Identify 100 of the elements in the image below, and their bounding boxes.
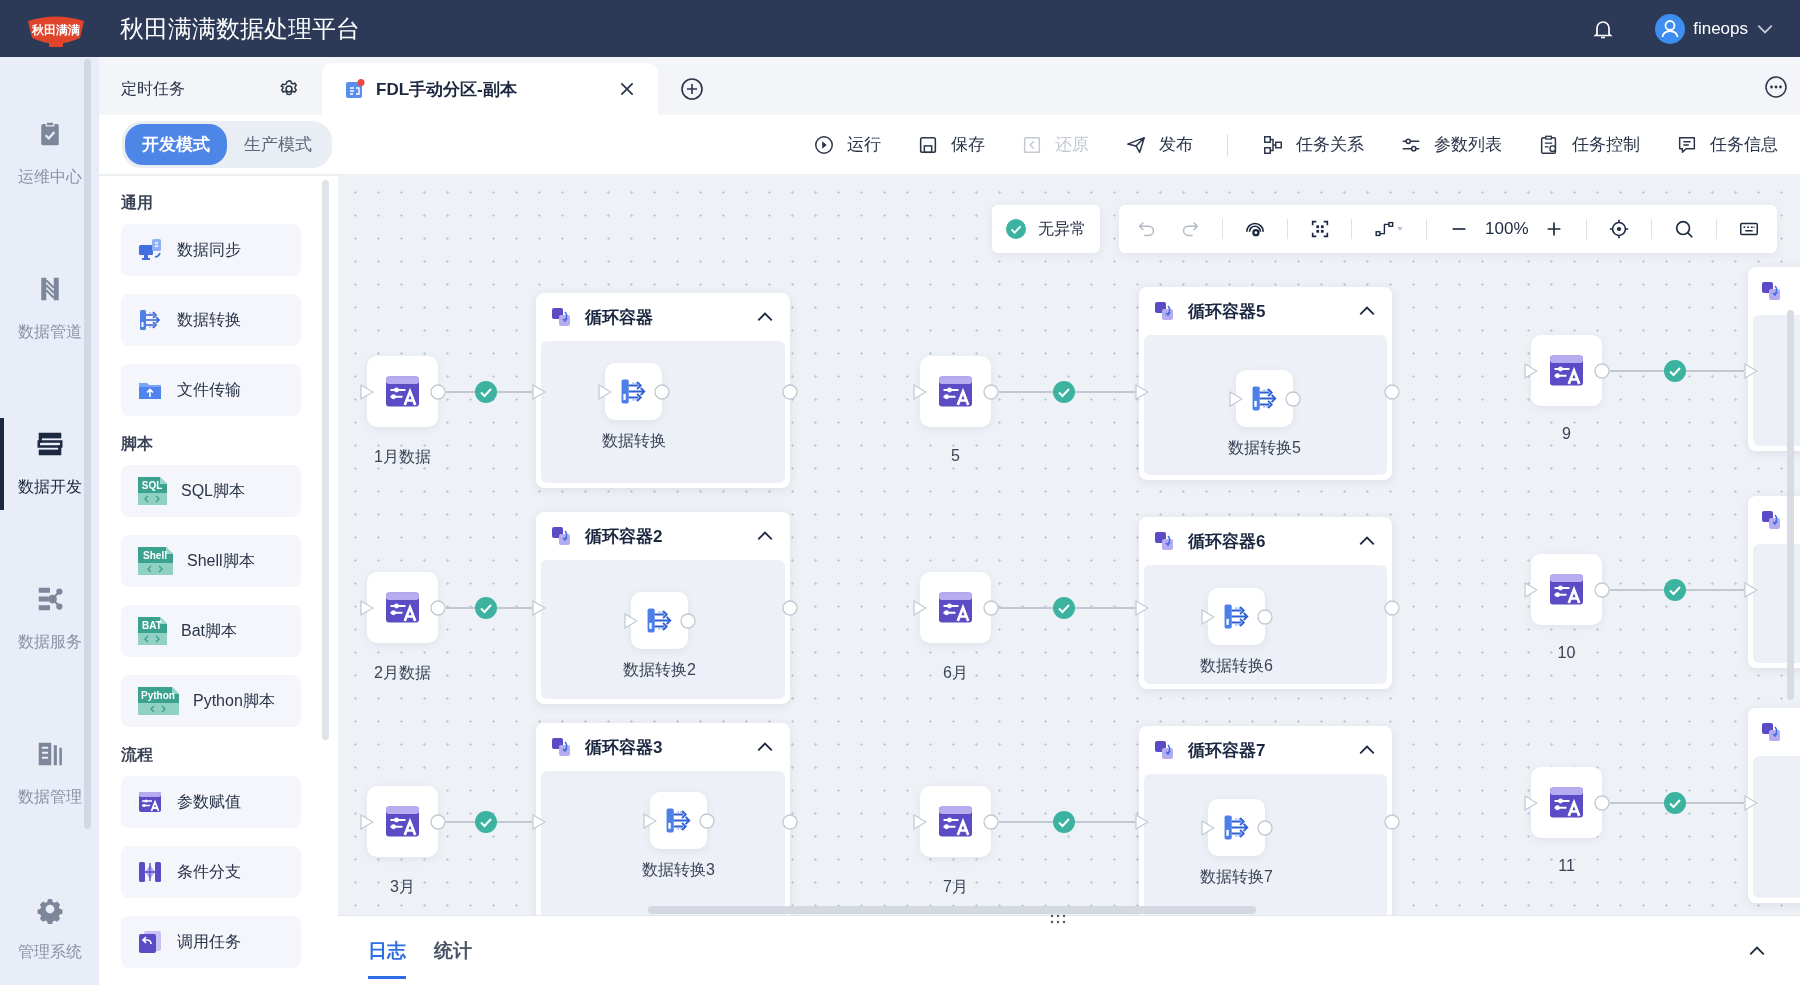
input-port-icon[interactable] xyxy=(360,599,374,616)
task-node[interactable] xyxy=(1208,799,1265,856)
palette-item[interactable]: 数据转换 xyxy=(121,294,301,346)
toolbar-button[interactable]: 任务控制 xyxy=(1538,133,1640,156)
input-port-icon[interactable] xyxy=(1744,582,1758,598)
toolbar-button[interactable]: 任务信息 xyxy=(1676,133,1778,156)
palette-item[interactable]: 文件传输 xyxy=(121,364,301,416)
toolbar-button[interactable]: 运行 xyxy=(813,133,881,156)
toolbar-button[interactable]: 参数列表 xyxy=(1400,133,1502,156)
task-node[interactable] xyxy=(631,592,688,649)
task-node[interactable] xyxy=(920,572,991,643)
output-port-icon[interactable] xyxy=(699,812,715,829)
output-port-icon[interactable] xyxy=(1257,608,1273,625)
tab[interactable]: 定时任务 xyxy=(99,63,322,115)
output-port-icon[interactable] xyxy=(782,814,798,830)
input-port-icon[interactable] xyxy=(913,813,927,830)
task-node[interactable] xyxy=(1531,335,1602,406)
palette-item[interactable]: BAT Bat脚本 xyxy=(121,605,301,657)
tab[interactable]: FDL手动分区-副本 xyxy=(322,63,658,115)
output-port-icon[interactable] xyxy=(1384,600,1400,616)
input-port-icon[interactable] xyxy=(1524,794,1538,811)
tab-label: FDL手动分区-副本 xyxy=(376,78,517,101)
palette-item[interactable]: SQL SQL脚本 xyxy=(121,465,301,517)
drag-handle-icon[interactable] xyxy=(1048,914,1068,924)
palette-item[interactable]: Python Python脚本 xyxy=(121,675,301,727)
toolbar-button[interactable]: 保存 xyxy=(917,133,985,156)
input-port-icon[interactable] xyxy=(1524,581,1538,598)
task-node[interactable] xyxy=(1236,370,1293,427)
mode-toggle[interactable]: 生产模式 xyxy=(227,124,329,165)
task-node[interactable] xyxy=(920,786,991,857)
more-icon[interactable] xyxy=(1764,75,1788,99)
palette-item[interactable]: Shell Shell脚本 xyxy=(121,535,301,587)
input-port-icon[interactable] xyxy=(532,814,546,830)
input-port-icon[interactable] xyxy=(913,599,927,616)
script-file-icon: Shell xyxy=(137,546,173,576)
scrollbar[interactable] xyxy=(322,180,329,740)
input-port-icon[interactable] xyxy=(913,383,927,400)
input-port-icon[interactable] xyxy=(1524,362,1538,379)
mode-toggle[interactable]: 开发模式 xyxy=(125,124,227,165)
output-port-icon[interactable] xyxy=(1594,581,1610,598)
palette-item[interactable]: 调用任务 xyxy=(121,916,301,968)
palette-item[interactable]: 数据同步 xyxy=(121,224,301,276)
output-port-icon[interactable] xyxy=(1594,794,1610,811)
output-port-icon[interactable] xyxy=(1257,819,1273,836)
task-node[interactable] xyxy=(920,356,991,427)
toolbar-button[interactable]: 任务关系 xyxy=(1262,133,1364,156)
output-port-icon[interactable] xyxy=(680,612,696,629)
input-port-icon[interactable] xyxy=(1135,814,1149,830)
input-port-icon[interactable] xyxy=(1135,384,1149,400)
task-node[interactable] xyxy=(605,363,662,420)
user-name[interactable]: fineops xyxy=(1693,18,1748,39)
task-node[interactable] xyxy=(650,792,707,849)
input-port-icon[interactable] xyxy=(1744,795,1758,811)
task-node[interactable] xyxy=(367,572,438,643)
script-file-icon: Python xyxy=(137,686,179,716)
input-port-icon[interactable] xyxy=(598,383,612,400)
input-port-icon[interactable] xyxy=(1229,390,1243,407)
output-port-icon[interactable] xyxy=(983,383,999,400)
output-port-icon[interactable] xyxy=(430,813,446,830)
output-port-icon[interactable] xyxy=(654,383,670,400)
output-port-icon[interactable] xyxy=(1384,384,1400,400)
output-port-icon[interactable] xyxy=(1285,390,1301,407)
scrollbar[interactable] xyxy=(648,906,1256,914)
add-tab-icon[interactable] xyxy=(680,77,704,101)
search-icon[interactable] xyxy=(1673,218,1696,240)
close-icon[interactable] xyxy=(618,80,636,98)
palette-item[interactable]: 参数赋值 xyxy=(121,776,301,828)
input-port-icon[interactable] xyxy=(360,813,374,830)
input-port-icon[interactable] xyxy=(532,600,546,616)
input-port-icon[interactable] xyxy=(1744,363,1758,379)
input-port-icon[interactable] xyxy=(532,384,546,400)
output-port-icon[interactable] xyxy=(782,384,798,400)
task-node[interactable] xyxy=(1531,554,1602,625)
task-node[interactable] xyxy=(1208,588,1265,645)
tab-label: 定时任务 xyxy=(121,78,185,99)
output-port-icon[interactable] xyxy=(983,813,999,830)
panel-tab[interactable]: 日志 xyxy=(368,922,406,979)
output-port-icon[interactable] xyxy=(1384,814,1400,830)
input-port-icon[interactable] xyxy=(1135,600,1149,616)
task-node[interactable] xyxy=(367,356,438,427)
locate-icon[interactable] xyxy=(1608,218,1631,240)
input-port-icon[interactable] xyxy=(643,812,657,829)
toolbar-button[interactable]: 发布 xyxy=(1125,133,1193,156)
input-port-icon[interactable] xyxy=(1201,608,1215,625)
avatar-icon[interactable] xyxy=(1655,13,1686,44)
output-port-icon[interactable] xyxy=(430,383,446,400)
input-port-icon[interactable] xyxy=(624,612,638,629)
task-node[interactable] xyxy=(1531,767,1602,838)
output-port-icon[interactable] xyxy=(1594,362,1610,379)
input-port-icon[interactable] xyxy=(1201,819,1215,836)
task-node[interactable] xyxy=(367,786,438,857)
input-port-icon[interactable] xyxy=(360,383,374,400)
nav-item[interactable]: 数据开发 xyxy=(17,477,82,498)
panel-tab[interactable]: 统计 xyxy=(434,922,472,979)
output-port-icon[interactable] xyxy=(782,600,798,616)
output-port-icon[interactable] xyxy=(430,599,446,616)
palette-item[interactable]: 条件分支 xyxy=(121,846,301,898)
slider-card-icon xyxy=(137,789,163,815)
scrollbar[interactable] xyxy=(1787,310,1794,700)
output-port-icon[interactable] xyxy=(983,599,999,616)
